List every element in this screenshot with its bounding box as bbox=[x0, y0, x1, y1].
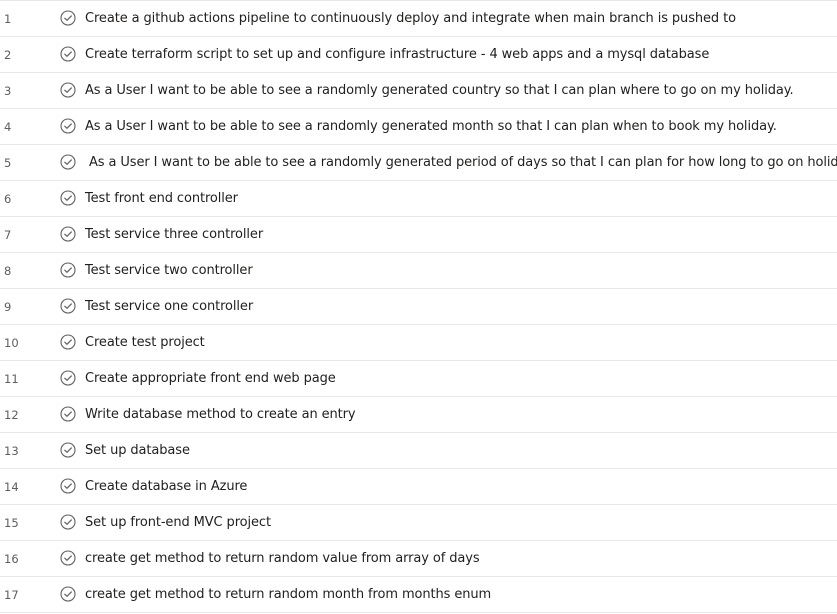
item-title[interactable]: Test service two controller bbox=[85, 263, 253, 278]
item-title[interactable]: Test front end controller bbox=[85, 191, 238, 206]
item-title[interactable]: create get method to return random value… bbox=[85, 551, 480, 566]
item-title[interactable]: Set up front-end MVC project bbox=[85, 515, 271, 530]
list-item[interactable]: 9 Test service one controller bbox=[0, 288, 837, 324]
row-number: 12 bbox=[4, 407, 19, 422]
work-item-list: 1 Create a github actions pipeline to co… bbox=[0, 0, 837, 613]
row-number: 15 bbox=[4, 515, 19, 530]
row-number: 8 bbox=[4, 263, 12, 278]
check-circle-icon bbox=[60, 406, 76, 422]
item-title[interactable]: Create terraform script to set up and co… bbox=[85, 47, 709, 62]
list-item[interactable]: 7 Test service three controller bbox=[0, 216, 837, 252]
list-item[interactable]: 2 Create terraform script to set up and … bbox=[0, 36, 837, 72]
row-number: 1 bbox=[4, 11, 12, 26]
row-number: 14 bbox=[4, 479, 19, 494]
item-title[interactable]: As a User I want to be able to see a ran… bbox=[89, 155, 837, 170]
list-item[interactable]: 1 Create a github actions pipeline to co… bbox=[0, 0, 837, 36]
list-item[interactable]: 5 As a User I want to be able to see a r… bbox=[0, 144, 837, 180]
check-circle-icon bbox=[60, 442, 76, 458]
list-item[interactable]: 3 As a User I want to be able to see a r… bbox=[0, 72, 837, 108]
check-circle-icon bbox=[60, 46, 76, 62]
check-circle-icon bbox=[60, 334, 76, 350]
row-number: 5 bbox=[4, 155, 12, 170]
item-title[interactable]: Write database method to create an entry bbox=[85, 407, 356, 422]
item-title[interactable]: Create database in Azure bbox=[85, 479, 247, 494]
check-circle-icon bbox=[60, 550, 76, 566]
check-circle-icon bbox=[60, 226, 76, 242]
item-title[interactable]: Test service three controller bbox=[85, 227, 263, 242]
check-circle-icon bbox=[60, 370, 76, 386]
check-circle-icon bbox=[60, 298, 76, 314]
row-number: 13 bbox=[4, 443, 19, 458]
check-circle-icon bbox=[60, 82, 76, 98]
row-number: 4 bbox=[4, 119, 12, 134]
row-number: 16 bbox=[4, 551, 19, 566]
list-item[interactable]: 17 create get method to return random mo… bbox=[0, 576, 837, 613]
check-circle-icon bbox=[60, 514, 76, 530]
item-title[interactable]: create get method to return random month… bbox=[85, 587, 491, 602]
list-item[interactable]: 13 Set up database bbox=[0, 432, 837, 468]
check-circle-icon bbox=[60, 478, 76, 494]
item-title[interactable]: Create a github actions pipeline to cont… bbox=[85, 11, 736, 26]
row-number: 2 bbox=[4, 47, 12, 62]
list-item[interactable]: 6 Test front end controller bbox=[0, 180, 837, 216]
list-item[interactable]: 15 Set up front-end MVC project bbox=[0, 504, 837, 540]
list-item[interactable]: 16 create get method to return random va… bbox=[0, 540, 837, 576]
item-title[interactable]: As a User I want to be able to see a ran… bbox=[85, 83, 794, 98]
list-item[interactable]: 8 Test service two controller bbox=[0, 252, 837, 288]
item-title[interactable]: As a User I want to be able to see a ran… bbox=[85, 119, 777, 134]
row-number: 17 bbox=[4, 587, 19, 602]
check-circle-icon bbox=[60, 118, 76, 134]
item-title[interactable]: Create appropriate front end web page bbox=[85, 371, 336, 386]
check-circle-icon bbox=[60, 10, 76, 26]
check-circle-icon bbox=[60, 262, 76, 278]
list-item[interactable]: 12 Write database method to create an en… bbox=[0, 396, 837, 432]
list-item[interactable]: 11 Create appropriate front end web page bbox=[0, 360, 837, 396]
list-item[interactable]: 10 Create test project bbox=[0, 324, 837, 360]
item-title[interactable]: Test service one controller bbox=[85, 299, 253, 314]
check-circle-icon bbox=[60, 190, 76, 206]
row-number: 6 bbox=[4, 191, 12, 206]
row-number: 7 bbox=[4, 227, 12, 242]
list-item[interactable]: 14 Create database in Azure bbox=[0, 468, 837, 504]
check-circle-icon bbox=[60, 154, 76, 170]
row-number: 9 bbox=[4, 299, 12, 314]
row-number: 3 bbox=[4, 83, 12, 98]
item-title[interactable]: Set up database bbox=[85, 443, 190, 458]
list-item[interactable]: 4 As a User I want to be able to see a r… bbox=[0, 108, 837, 144]
item-title[interactable]: Create test project bbox=[85, 335, 205, 350]
row-number: 11 bbox=[4, 371, 19, 386]
row-number: 10 bbox=[4, 335, 19, 350]
check-circle-icon bbox=[60, 586, 76, 602]
